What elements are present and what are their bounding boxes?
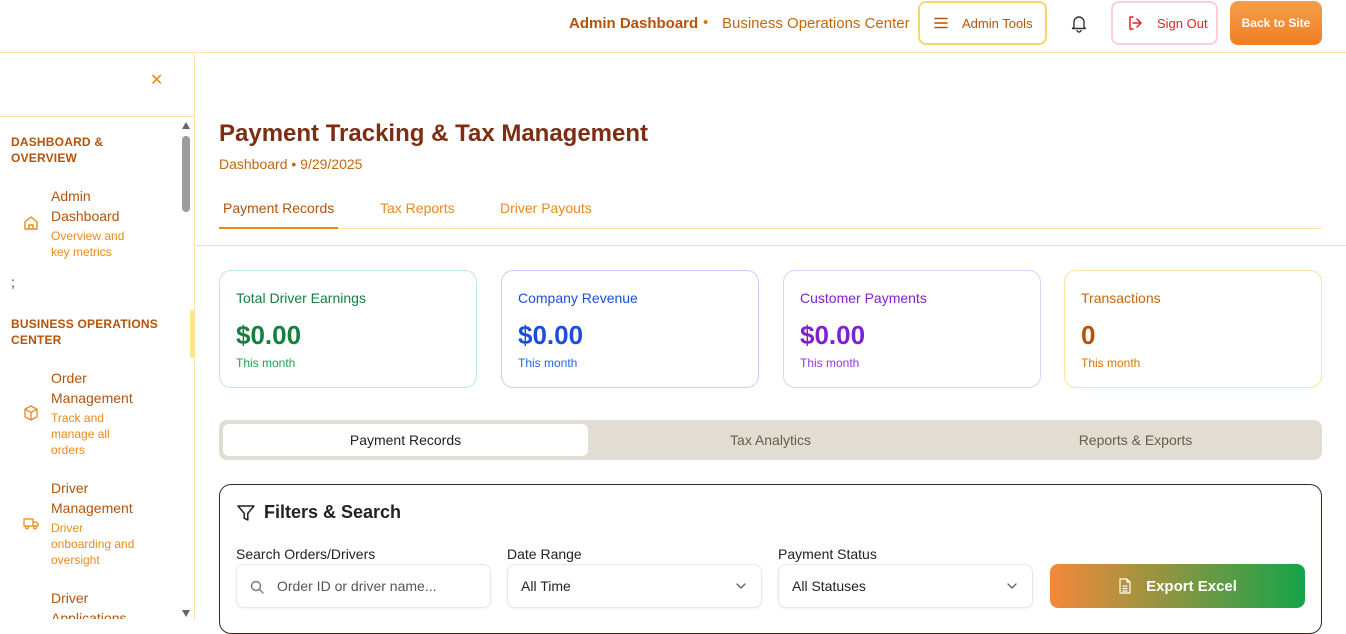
header-breadcrumb-admin-dashboard[interactable]: Admin Dashboard	[569, 15, 698, 32]
stat-value: $0.00	[800, 320, 866, 350]
stat-card-driver-earnings: Total Driver Earnings $0.00 This month	[219, 270, 477, 388]
tab-payment-records[interactable]: Payment Records	[219, 200, 339, 229]
sidebar-item-title: Driver Applications	[51, 590, 127, 619]
sidebar-item-driver-applications[interactable]: Driver Applications	[0, 588, 180, 619]
file-spreadsheet-icon	[1119, 578, 1131, 594]
scroll-down-arrow-icon[interactable]	[182, 610, 190, 617]
sidebar-item-admin-dashboard[interactable]: Admin Dashboard Overview and key metrics	[0, 186, 180, 266]
sidebar-item-desc: Driver onboarding and oversight	[51, 521, 135, 567]
stat-sub: This month	[1081, 356, 1141, 370]
search-label: Search Orders/Drivers	[236, 546, 376, 562]
stat-value: $0.00	[236, 320, 302, 350]
top-bar: Admin Dashboard • Business Operations Ce…	[0, 0, 1346, 53]
search-icon	[250, 580, 264, 594]
stat-sub: This month	[518, 356, 578, 370]
logout-icon	[1129, 16, 1142, 30]
segment-payment-records[interactable]: Payment Records	[223, 424, 588, 456]
segment-tax-analytics[interactable]: Tax Analytics	[588, 424, 953, 456]
date-range-select[interactable]: All Time	[507, 564, 762, 608]
payment-status-select[interactable]: All Statuses	[778, 564, 1033, 608]
chevron-down-icon	[1007, 583, 1017, 589]
payment-status-label: Payment Status	[778, 546, 877, 562]
stat-card-company-revenue: Company Revenue $0.00 This month	[501, 270, 759, 388]
scroll-thumb[interactable]	[182, 136, 190, 212]
payment-status-value: All Statuses	[792, 578, 866, 594]
tab-bar: Payment Records Tax Reports Driver Payou…	[219, 200, 1322, 229]
date-range-label: Date Range	[507, 546, 582, 562]
stat-sub: This month	[800, 356, 860, 370]
admin-tools-label: Admin Tools	[962, 15, 1033, 31]
sidebar-item-title: Order Management	[51, 370, 133, 406]
sidebar-item-desc: Overview and key metrics	[51, 229, 125, 259]
tab-driver-payouts[interactable]: Driver Payouts	[496, 200, 596, 229]
export-excel-button[interactable]: Export Excel	[1050, 564, 1305, 608]
search-input[interactable]: Order ID or driver name...	[236, 564, 491, 608]
sidebar-item-title: Admin Dashboard	[51, 188, 120, 224]
sidebar-scrollbar[interactable]	[180, 120, 192, 619]
stat-card-customer-payments: Customer Payments $0.00 This month	[783, 270, 1041, 388]
stat-card-transactions: Transactions 0 This month	[1064, 270, 1322, 388]
bell-icon[interactable]	[1068, 12, 1090, 34]
filter-icon	[237, 505, 255, 521]
menu-icon	[934, 17, 948, 29]
sidebar-item-order-management[interactable]: Order Management Track and manage all or…	[0, 368, 180, 468]
tab-tax-reports[interactable]: Tax Reports	[376, 200, 459, 229]
stat-label: Customer Payments	[800, 290, 927, 306]
main-content: Payment Tracking & Tax Management Dashbo…	[195, 54, 1346, 634]
stat-value: 0	[1081, 320, 1096, 350]
stat-label: Company Revenue	[518, 290, 638, 306]
stat-value: $0.00	[518, 320, 584, 350]
page-title: Payment Tracking & Tax Management	[219, 120, 649, 147]
stray-text: ;	[11, 274, 15, 290]
header-breadcrumb-business-ops[interactable]: Business Operations Center	[722, 15, 910, 32]
close-icon[interactable]: ✕	[150, 70, 163, 90]
back-to-site-button[interactable]: Back to Site	[1230, 1, 1322, 45]
sign-out-label: Sign Out	[1157, 15, 1208, 31]
filters-panel: Filters & Search Search Orders/Drivers O…	[219, 484, 1322, 634]
stat-label: Total Driver Earnings	[236, 290, 366, 306]
sidebar-item-desc: Track and manage all orders	[51, 411, 110, 457]
export-excel-label: Export Excel	[1146, 577, 1237, 595]
stat-label: Transactions	[1081, 290, 1161, 306]
home-icon	[24, 216, 38, 230]
truck-icon	[23, 518, 39, 530]
filters-title: Filters & Search	[264, 502, 402, 522]
segmented-control: Payment Records Tax Analytics Reports & …	[219, 420, 1322, 460]
content-divider	[195, 245, 1346, 246]
stat-sub: This month	[236, 356, 296, 370]
segment-reports-exports[interactable]: Reports & Exports	[953, 424, 1318, 456]
section-heading-business-ops: BUSINESS OPERATIONS CENTER	[11, 317, 158, 347]
sign-out-button[interactable]: Sign Out	[1111, 1, 1218, 45]
admin-tools-button[interactable]: Admin Tools	[918, 1, 1047, 45]
package-icon	[24, 405, 38, 421]
search-placeholder: Order ID or driver name...	[277, 578, 437, 594]
page-subline: Dashboard • 9/29/2025	[219, 156, 363, 172]
sidebar-item-title: Driver Management	[51, 480, 133, 516]
sidebar: ✕ DASHBOARD & OVERVIEW Admin Dashboard O…	[0, 54, 195, 619]
breadcrumb-separator: •	[703, 14, 709, 31]
date-range-value: All Time	[521, 578, 571, 594]
sidebar-item-driver-management[interactable]: Driver Management Driver onboarding and …	[0, 478, 180, 578]
section-heading-dashboard: DASHBOARD & OVERVIEW	[11, 135, 104, 165]
sidebar-divider	[0, 116, 194, 117]
scroll-up-arrow-icon[interactable]	[182, 122, 190, 129]
chevron-down-icon	[736, 583, 746, 589]
